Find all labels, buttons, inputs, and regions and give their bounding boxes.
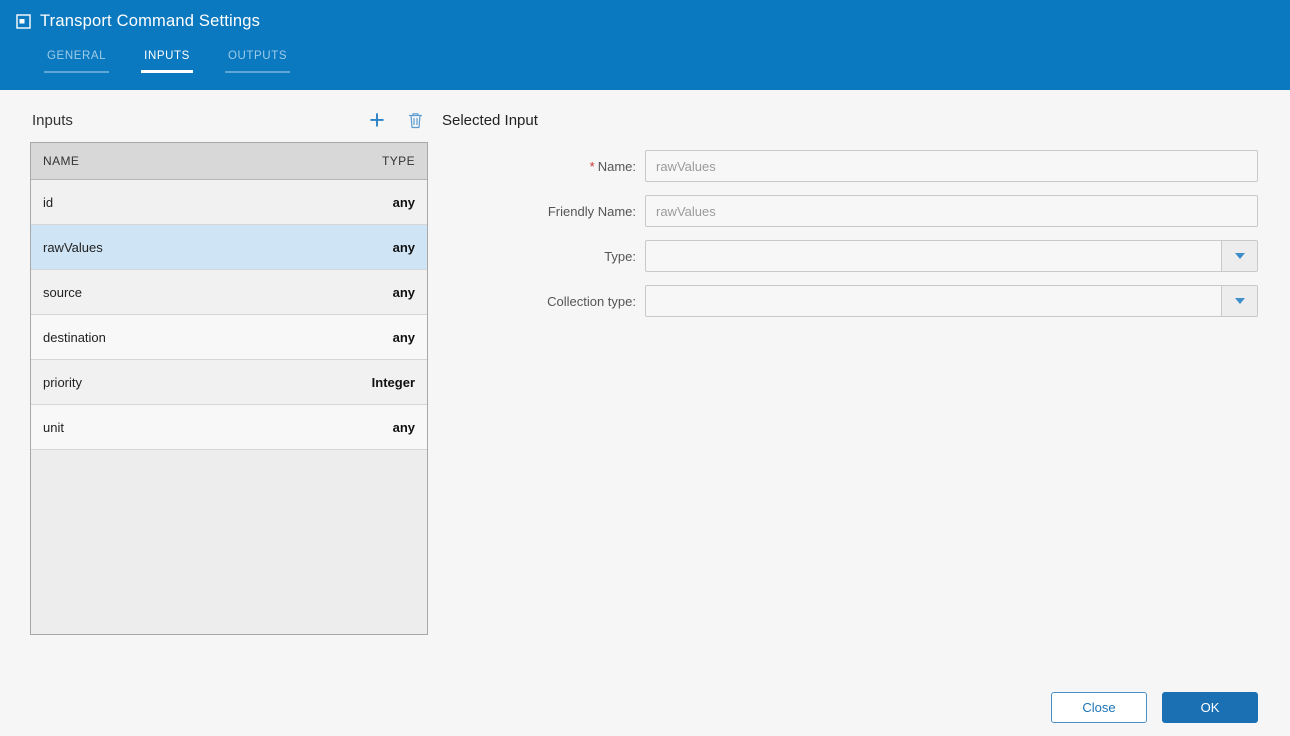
tab-general[interactable]: GENERAL [44,46,110,73]
column-header-type: TYPE [382,154,415,168]
type-label: Type: [604,248,636,264]
chevron-down-icon [1234,298,1245,304]
add-input-button[interactable]: + [364,104,390,135]
delete-input-button[interactable] [402,107,428,133]
ok-button[interactable]: OK [1162,692,1258,723]
collection-type-select-value [646,286,1221,316]
name-label: * Name: [589,158,636,174]
tab-bar: GENERAL INPUTS OUTPUTS [44,46,291,73]
type-field-row: Type: [440,240,1258,272]
friendly-name-label: Friendly Name: [547,203,636,219]
table-row-unit[interactable]: unit any [31,405,427,450]
inputs-table-header: NAME TYPE [31,143,427,180]
friendly-name-input[interactable] [645,195,1258,227]
type-select-button[interactable] [1221,241,1257,271]
selected-input-panel: Selected Input *Name: Friendly Name: Typ… [440,112,1258,330]
collection-type-select[interactable] [645,285,1258,317]
table-row-priority[interactable]: priority Integer [31,360,427,405]
inputs-panel-header: Inputs + [30,104,428,136]
inputs-panel-actions: + [364,104,428,135]
inputs-table: NAME TYPE id any rawValues any source an… [30,142,428,635]
trash-icon [408,112,423,129]
table-row-destination[interactable]: destination any [31,315,427,360]
dialog-title-row: Transport Command Settings [16,12,260,31]
table-row-rawvalues[interactable]: rawValues any [31,225,427,270]
type-select-value [646,241,1221,271]
collection-type-field-row: Collection type: [440,285,1258,317]
chevron-down-icon [1234,253,1245,259]
friendly-name-field-row: Friendly Name: [440,195,1258,227]
tab-inputs[interactable]: INPUTS [141,46,193,73]
dialog-title: Transport Command Settings [40,12,261,30]
table-row-id[interactable]: id any [31,180,427,225]
name-input[interactable] [645,150,1258,182]
required-marker: * [589,158,595,174]
column-header-name: NAME [43,154,80,168]
type-select[interactable] [645,240,1258,272]
name-field-row: * Name: [440,150,1258,182]
collection-type-label: Collection type: [547,293,636,309]
tab-outputs[interactable]: OUTPUTS [224,46,291,73]
collection-type-select-button[interactable] [1221,286,1257,316]
dialog-header: Transport Command Settings GENERAL INPUT… [0,0,1290,90]
inputs-panel-title: Inputs [32,111,73,129]
selected-input-title: Selected Input [442,112,538,129]
table-row-source[interactable]: source any [31,270,427,315]
dialog-footer: Close OK [1051,692,1258,723]
plus-icon: + [369,104,385,135]
close-button[interactable]: Close [1051,692,1147,723]
dialog-window-icon [16,14,31,29]
